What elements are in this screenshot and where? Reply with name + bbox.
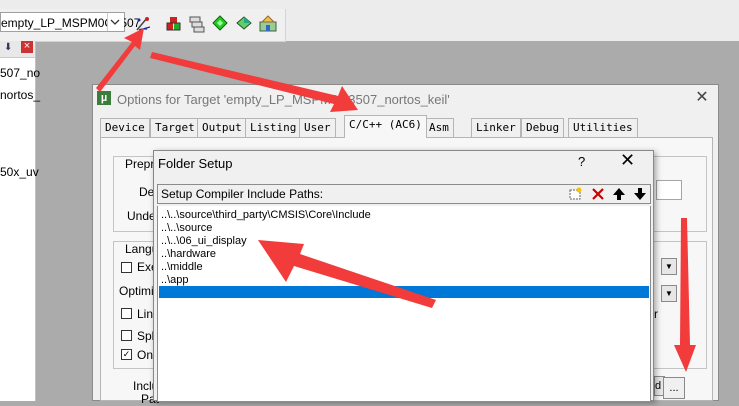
chevron-down-icon[interactable]: ▼ [661, 285, 677, 302]
pack-installer-icon[interactable] [234, 14, 254, 34]
project-item[interactable]: 50x_uv [0, 165, 39, 179]
include-paths-list[interactable]: ..\..\source\third_party\CMSIS\Core\Incl… [157, 206, 651, 402]
toolbar-empty-area [285, 9, 739, 41]
folder-setup-title: Folder Setup [158, 156, 233, 171]
project-item[interactable]: 507_no [0, 66, 40, 80]
tab-debug[interactable]: Debug [521, 118, 565, 137]
one-elf-checkbox[interactable]: ✓ [121, 349, 132, 360]
include-paths-browse-button[interactable]: ... [663, 377, 685, 399]
link-time-checkbox[interactable] [121, 308, 132, 319]
list-item[interactable]: ..\..\source [161, 222, 212, 235]
include-paths-header: Setup Compiler Include Paths: [157, 184, 651, 204]
keil-logo-icon: µ [97, 91, 111, 105]
tab-utilities[interactable]: Utilities [568, 118, 638, 137]
define-field[interactable] [656, 180, 682, 200]
list-item[interactable]: ..\middle [161, 261, 203, 274]
include-paths-header-label: Setup Compiler Include Paths: [161, 187, 324, 201]
tab-output[interactable]: Output [197, 118, 247, 137]
split-sections-checkbox[interactable] [121, 330, 132, 341]
chevron-down-icon[interactable]: ▼ [661, 258, 677, 275]
manage-multiproject-icon[interactable] [258, 14, 278, 34]
selected-empty-row[interactable] [159, 286, 649, 298]
tab-target[interactable]: Target [150, 118, 200, 137]
list-item[interactable]: ..\..\source\third_party\CMSIS\Core\Incl… [161, 209, 371, 222]
pin-icon[interactable]: ⬇ [4, 42, 12, 53]
tab-cc-ac6[interactable]: C/C++ (AC6) [344, 115, 427, 138]
move-down-icon[interactable] [631, 186, 649, 202]
manage-run-time-icon[interactable] [164, 14, 184, 34]
folder-setup-dialog: Folder Setup ? ✕ Setup Compiler Include … [153, 150, 654, 402]
close-icon[interactable]: × [21, 41, 33, 53]
options-dialog-title: Options for Target 'empty_LP_MSPM0G3507_… [117, 92, 450, 107]
chevron-down-icon[interactable] [107, 13, 124, 31]
close-icon[interactable]: ✕ [692, 88, 712, 108]
move-up-icon[interactable] [610, 186, 628, 202]
tab-linker[interactable]: Linker [471, 118, 521, 137]
target-select-value: empty_LP_MSPM0G3507_ [1, 16, 148, 30]
project-panel-header: ⬇ × [0, 41, 35, 58]
tab-listing[interactable]: Listing [245, 118, 302, 137]
list-item[interactable]: ..\hardware [161, 248, 216, 261]
file-extensions-icon[interactable] [187, 14, 207, 34]
tab-user[interactable]: User [299, 118, 336, 137]
misc-label: r [654, 307, 658, 321]
select-pack-icon[interactable] [210, 14, 230, 34]
project-item[interactable]: nortos_ [0, 88, 40, 102]
delete-icon[interactable] [589, 186, 607, 202]
help-button[interactable]: ? [578, 154, 585, 169]
tab-asm[interactable]: Asm [424, 118, 454, 137]
project-panel: 507_no nortos_ 50x_uv [0, 41, 40, 401]
browse-button-partial-label: d [655, 380, 662, 392]
tab-device[interactable]: Device [100, 118, 150, 137]
list-item[interactable]: ..\..\06_ui_display [161, 235, 247, 248]
target-options-icon[interactable] [133, 14, 153, 34]
target-select[interactable]: empty_LP_MSPM0G3507_ [0, 12, 147, 32]
execute-only-checkbox[interactable] [121, 262, 132, 273]
options-tabs: Device Target Output Listing User C/C++ … [100, 115, 739, 138]
new-folder-icon[interactable] [566, 186, 584, 202]
close-icon[interactable]: ✕ [620, 150, 635, 171]
